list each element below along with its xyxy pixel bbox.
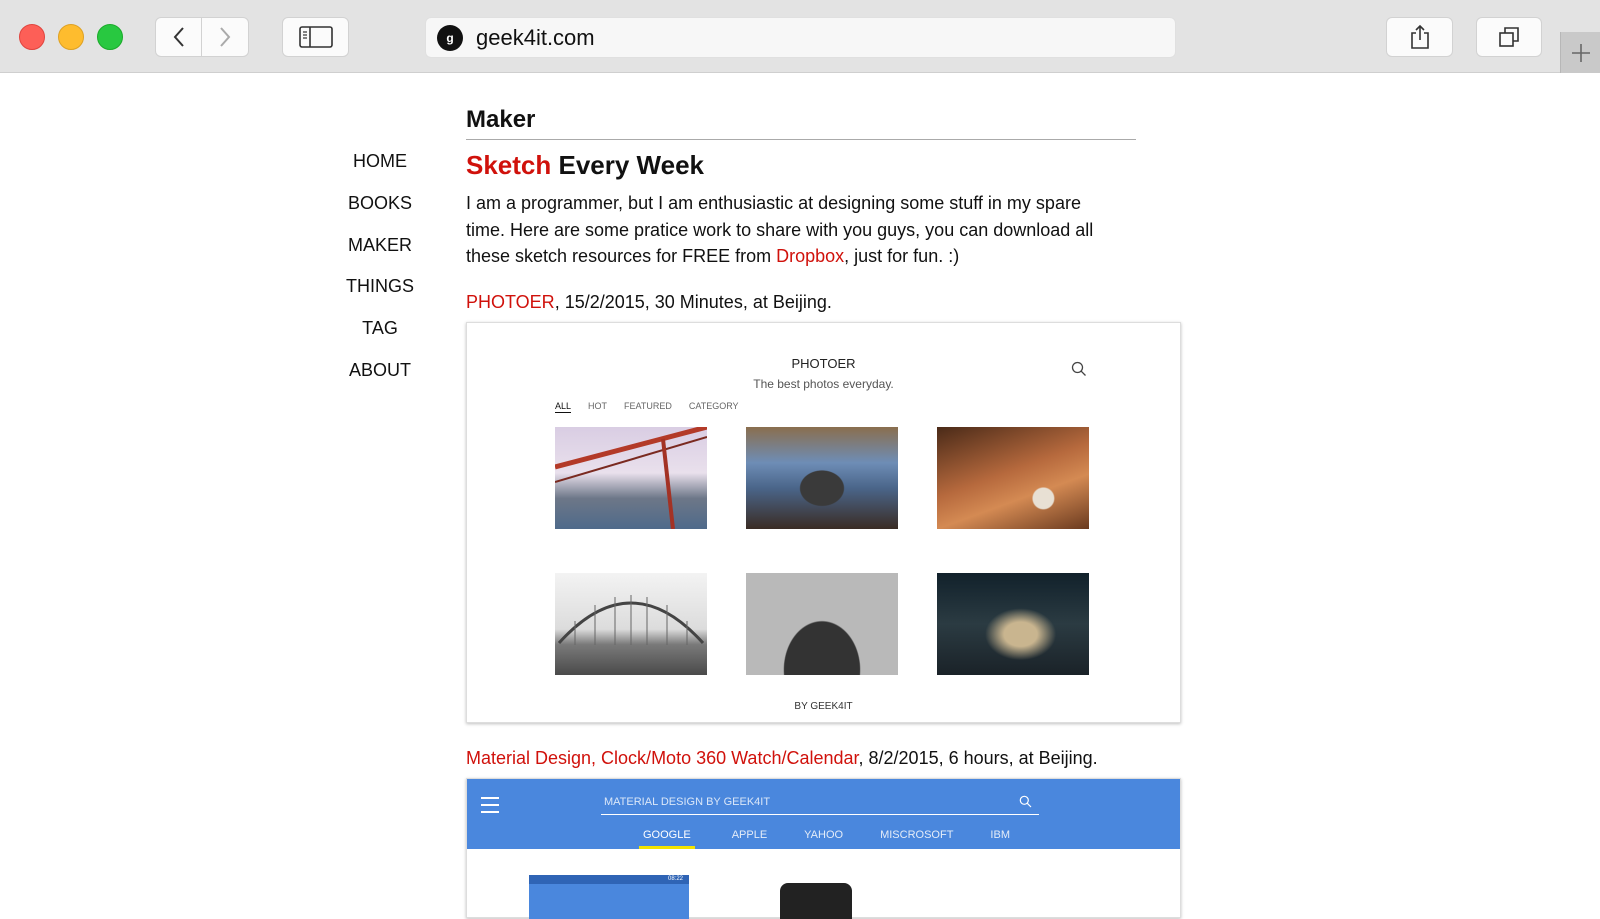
preview-tab-featured: FEATURED [624,400,672,411]
nav-home-link[interactable]: HOME [330,150,430,192]
photo-alley-light [937,572,1089,675]
material-design-link[interactable]: Material Design, Clock/Moto 360 Watch/Ca… [466,748,859,768]
tabs-icon [1499,27,1519,47]
preview-tab-google: GOOGLE [639,829,695,849]
search-icon [1019,795,1032,807]
sidebar-icon [298,26,333,48]
menu-icon [481,796,499,818]
preview-tabs: ALL HOT FEATURED CATEGORY [555,401,739,413]
chevron-left-icon [173,27,184,47]
main-content: Maker Sketch Every Week I am a programme… [466,104,1182,919]
page-title: Maker [466,104,1136,140]
show-tabs-button[interactable] [1476,17,1542,57]
chevron-right-icon [220,27,231,47]
new-tab-button[interactable] [1560,32,1600,73]
browser-toolbar: g geek4it.com [0,0,1600,73]
preview-app-bar: MATERIAL DESIGN BY GEEK4IT GOOGLE APPLE … [467,778,1180,849]
watch-mockup [780,882,852,919]
preview-tabs: GOOGLE APPLE YAHOO MISCROSOFT IBM [639,829,1010,849]
plus-icon [1571,43,1590,62]
intro-text-end: , just for fun. :) [844,246,960,266]
photo-woman-silhouette [746,572,898,675]
share-button[interactable] [1386,17,1453,57]
preview-tab-category: CATEGORY [688,400,739,411]
nav-books-link[interactable]: BOOKS [330,192,430,234]
preview-tab-yahoo: YAHOO [804,828,844,841]
sidebar-toggle-button[interactable] [282,17,349,57]
site-favicon-icon: g [437,24,463,51]
article-headline: Sketch Every Week [466,148,1182,182]
photo-tea-table [937,426,1089,529]
forward-button[interactable] [202,17,249,57]
dropbox-link[interactable]: Dropbox [776,246,844,266]
phone-screen-mockup: 08:22 [529,874,689,919]
entry-material-meta: Material Design, Clock/Moto 360 Watch/Ca… [466,746,1182,770]
photoer-link[interactable]: PHOTOER [466,292,555,312]
nav-tag-link[interactable]: TAG [330,317,430,359]
preview-tab-hot: HOT [588,400,608,411]
site-nav: HOME BOOKS MAKER THINGS TAG ABOUT [330,150,430,401]
material-design-preview-image[interactable]: MATERIAL DESIGN BY GEEK4IT GOOGLE APPLE … [466,777,1181,919]
headline-rest: Every Week [551,150,705,180]
photo-grid [555,426,1089,675]
url-text: geek4it.com [476,24,595,50]
nav-about-link[interactable]: ABOUT [330,359,430,401]
close-window-button[interactable] [19,24,45,50]
preview-tab-apple: APPLE [731,828,768,841]
address-bar[interactable]: g geek4it.com [425,17,1176,58]
back-button[interactable] [155,17,202,57]
zoom-window-button[interactable] [97,24,123,50]
photoer-preview-image[interactable]: PHOTOER The best photos everyday. ALL HO… [466,321,1181,723]
preview-tab-all: ALL [555,400,572,413]
entry-meta-text: , 8/2/2015, 6 hours, at Beijing. [858,747,1098,768]
minimize-window-button[interactable] [58,24,84,50]
preview-footer: BY GEEK4IT [794,700,853,712]
entry-photoer-meta: PHOTOER, 15/2/2015, 30 Minutes, at Beiji… [466,290,1182,314]
search-icon [1071,361,1086,376]
photo-arch-bridge [555,572,707,675]
photo-golden-gate-bridge [555,426,707,529]
preview-tab-ibm: IBM [990,828,1010,841]
share-icon [1410,24,1429,49]
nav-maker-link[interactable]: MAKER [330,234,430,276]
preview-search-field: MATERIAL DESIGN BY GEEK4IT [601,793,1039,815]
entry-meta-text: , 15/2/2015, 30 Minutes, at Beijing. [554,291,832,312]
nav-things-link[interactable]: THINGS [330,275,430,317]
intro-paragraph: I am a programmer, but I am enthusiastic… [466,190,1116,270]
preview-tab-microsoft: MISCROSOFT [880,828,954,841]
headline-accent: Sketch [466,150,552,180]
preview-app-subtitle: The best photos everyday. [753,376,894,391]
phone-status-bar: 08:22 [529,874,689,884]
photo-camera-person [746,426,898,529]
